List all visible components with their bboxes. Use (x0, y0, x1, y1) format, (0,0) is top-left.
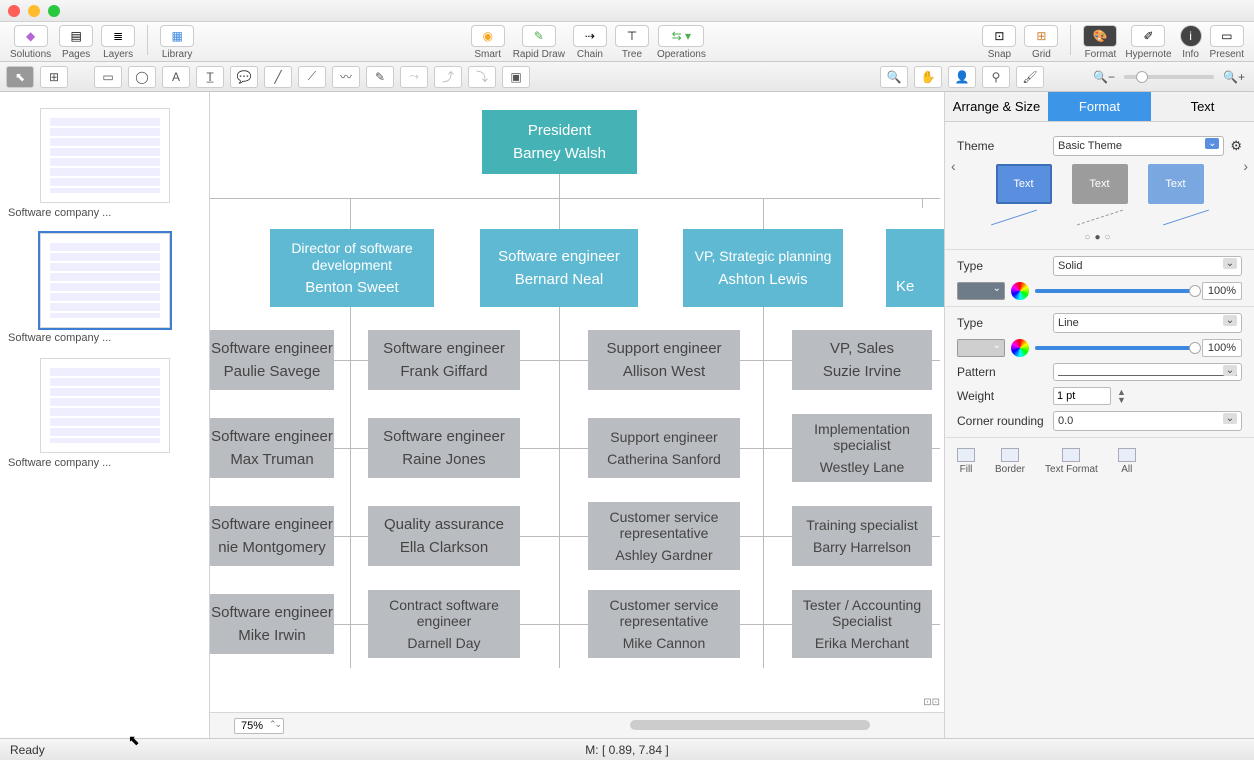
window-titlebar: Software Company Org Chart - Software co… (0, 0, 1254, 22)
org-box[interactable]: Support engineerAllison West (588, 330, 740, 390)
line-style[interactable] (1072, 208, 1128, 226)
weight-input[interactable] (1053, 387, 1111, 405)
divider (945, 437, 1254, 438)
chevron-left-icon[interactable]: ‹ (951, 158, 956, 174)
org-box[interactable]: Software engineer Bernard Neal (480, 229, 638, 307)
horizontal-scrollbar[interactable] (630, 720, 870, 730)
canvas-footer: 75% (210, 712, 944, 738)
status-coords: M: [ 0.89, 7.84 ] (0, 743, 1254, 757)
weight-label: Weight (957, 389, 1047, 403)
theme-select[interactable]: Basic Theme (1053, 136, 1224, 156)
org-role: Software engineer (498, 248, 620, 265)
org-name: Benton Sweet (305, 279, 398, 296)
canvas[interactable]: President Barney Walsh Director of softw… (210, 92, 944, 712)
copy-style-row: Fill Border Text Format All (957, 448, 1242, 475)
fill-color-swatch[interactable] (957, 282, 1005, 300)
org-role: President (528, 122, 591, 139)
org-box[interactable]: Software engineerRaine Jones (368, 418, 520, 478)
copy-fill[interactable]: Fill (957, 448, 975, 475)
org-box[interactable]: Software engineernie Montgomery (210, 506, 334, 566)
copy-all[interactable]: All (1118, 448, 1136, 475)
line-style[interactable] (986, 208, 1042, 226)
copy-border[interactable]: Border (995, 448, 1025, 475)
org-box[interactable]: Software engineerPaulie Savege (210, 330, 334, 390)
resize-handles-icon: ⊡⊡ (923, 697, 940, 708)
org-box[interactable]: Tester / Accounting SpecialistErika Merc… (792, 590, 932, 658)
pattern-label: Pattern (957, 365, 1047, 379)
corner-label: Corner rounding (957, 414, 1047, 428)
corner-select[interactable]: 0.0 (1053, 411, 1242, 431)
org-name: Bernard Neal (515, 271, 603, 288)
color-wheel-icon[interactable] (1011, 339, 1029, 357)
org-box[interactable]: Training specialistBarry Harrelson (792, 506, 932, 566)
stroke-color-swatch[interactable] (957, 339, 1005, 357)
connector (922, 198, 923, 208)
org-box[interactable]: Software engineerMax Truman (210, 418, 334, 478)
line-style[interactable] (1158, 208, 1214, 226)
org-box-president[interactable]: President Barney Walsh (482, 110, 637, 174)
org-box[interactable]: VP, Strategic planning Ashton Lewis (683, 229, 843, 307)
org-box[interactable]: Customer service representativeMike Cann… (588, 590, 740, 658)
org-box[interactable]: Software engineerFrank Giffard (368, 330, 520, 390)
fill-type-select[interactable]: Solid (1053, 256, 1242, 276)
org-name: Barney Walsh (513, 145, 606, 162)
org-box[interactable]: Implementation specialistWestley Lane (792, 414, 932, 482)
connector (210, 198, 940, 199)
stepper-icon[interactable]: ▲▼ (1117, 388, 1126, 404)
connector (559, 174, 560, 198)
copy-textformat[interactable]: Text Format (1045, 448, 1098, 475)
org-role: VP, Strategic planning (695, 248, 832, 265)
chevron-right-icon[interactable]: › (1243, 158, 1248, 174)
page-name-3: Software company ... (6, 457, 203, 469)
stroke-opacity-slider[interactable] (1035, 346, 1196, 350)
line-presets (957, 208, 1242, 226)
status-bar: Ready M: [ 0.89, 7.84 ] (0, 738, 1254, 760)
org-box[interactable]: Director of software development Benton … (270, 229, 434, 307)
diagram: President Barney Walsh Director of softw… (210, 92, 944, 712)
page-thumb-3[interactable] (40, 358, 170, 453)
stroke-type-select[interactable]: Line (1053, 313, 1242, 333)
stroke-opacity-value[interactable]: 100% (1202, 339, 1242, 357)
org-name: Ke (896, 278, 914, 295)
org-box[interactable]: Support engineerCatherina Sanford (588, 418, 740, 478)
org-role: Director of software development (270, 240, 434, 274)
org-box[interactable]: VP, SalesSuzie Irvine (792, 330, 932, 390)
fill-opacity-slider[interactable] (1035, 289, 1196, 293)
zoom-slider[interactable] (1124, 75, 1214, 79)
org-box[interactable]: Quality assuranceElla Clarkson (368, 506, 520, 566)
org-name: Ashton Lewis (718, 271, 807, 288)
org-box[interactable]: Software engineerMike Irwin (210, 594, 334, 654)
org-box[interactable]: Contract software engineerDarnell Day (368, 590, 520, 658)
org-box[interactable]: Customer service representativeAshley Ga… (588, 502, 740, 570)
org-box[interactable]: Ke (886, 229, 944, 307)
pattern-select[interactable] (1053, 363, 1242, 381)
zoom-select[interactable]: 75% (234, 718, 284, 734)
canvas-wrap: President Barney Walsh Director of softw… (210, 92, 944, 738)
